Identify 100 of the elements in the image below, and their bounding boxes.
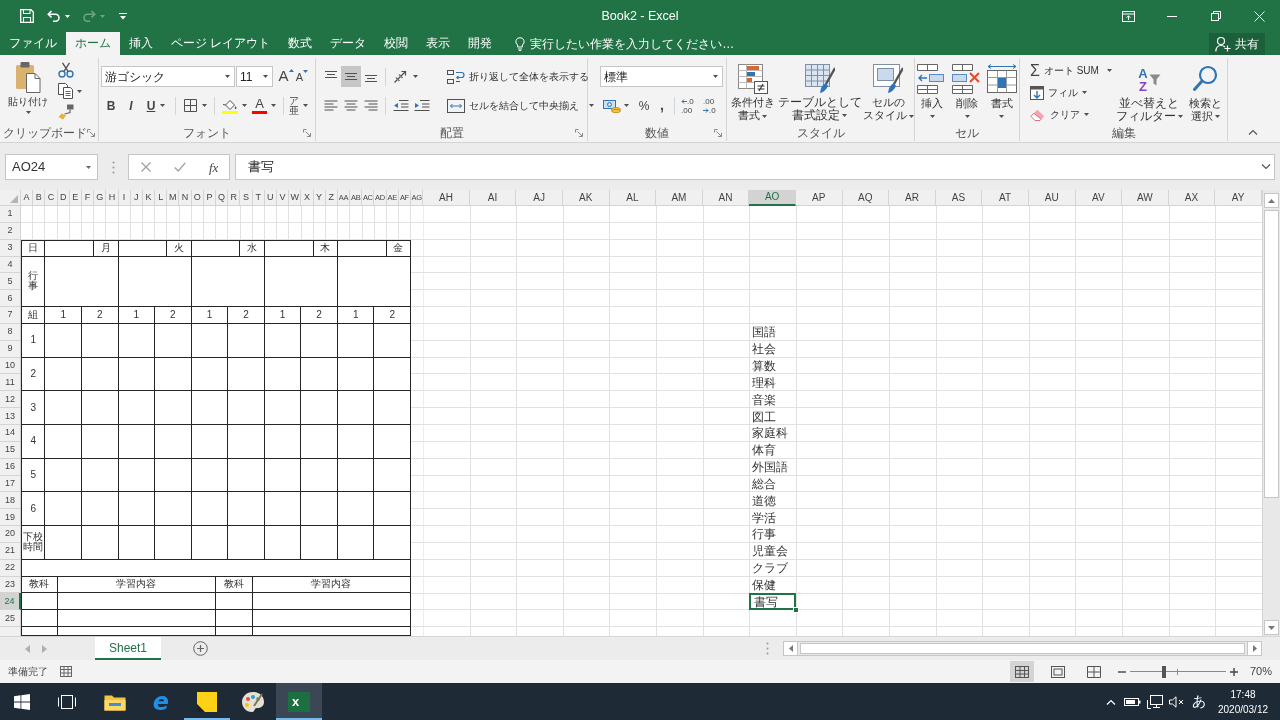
- column-header[interactable]: A: [21, 190, 34, 206]
- grow-font-button[interactable]: A: [278, 66, 294, 87]
- comma-button[interactable]: ,: [654, 95, 670, 116]
- rectangle-bars-icon[interactable]: [58, 694, 76, 709]
- clock[interactable]: 17:48 2020/03/12: [1212, 686, 1274, 717]
- share-button[interactable]: 共有: [1209, 33, 1265, 55]
- corner-arrow-icon[interactable]: [87, 129, 95, 137]
- row-header[interactable]: 6: [0, 290, 21, 308]
- plus-circle-icon[interactable]: [193, 641, 208, 656]
- column-header[interactable]: G: [94, 190, 107, 206]
- ribbon-tab[interactable]: 挿入: [120, 32, 162, 55]
- ribbon-tab[interactable]: 校閲: [375, 32, 418, 55]
- column-header[interactable]: C: [45, 190, 58, 206]
- shrink-font-button[interactable]: A: [294, 66, 310, 87]
- row-header[interactable]: 12: [0, 391, 21, 409]
- check-icon[interactable]: [174, 162, 186, 172]
- column-header[interactable]: W: [289, 190, 302, 206]
- row-header[interactable]: 13: [0, 408, 21, 425]
- font-color-button[interactable]: A: [249, 95, 279, 116]
- plus-icon[interactable]: [1229, 667, 1238, 676]
- column-header[interactable]: R: [228, 190, 241, 206]
- minus-icon[interactable]: [1117, 670, 1126, 673]
- column-header[interactable]: B: [33, 190, 46, 206]
- scrollbar-thumb[interactable]: [800, 643, 1245, 654]
- phonetic-guide-button[interactable]: ア亜: [288, 95, 300, 116]
- column-header[interactable]: H: [106, 190, 119, 206]
- column-header[interactable]: AL: [609, 190, 657, 206]
- ribbon-tab[interactable]: 表示: [417, 32, 460, 55]
- table-icon[interactable]: [60, 666, 72, 677]
- insert-function-button[interactable]: fx: [209, 160, 219, 174]
- cross-icon[interactable]: [141, 162, 151, 172]
- bold-button[interactable]: B: [101, 95, 121, 116]
- number-format-combo[interactable]: 標準: [600, 66, 723, 87]
- sheet-tab[interactable]: Sheet1: [95, 637, 161, 660]
- column-header[interactable]: AJ: [516, 190, 563, 206]
- row-header[interactable]: 19: [0, 509, 21, 527]
- tell-me-field[interactable]: 実行したい作業を入力してください…: [515, 32, 745, 55]
- caret-icon[interactable]: [303, 104, 308, 107]
- ribbon-tab[interactable]: ページ レイアウト: [162, 32, 280, 55]
- corner-arrow-icon[interactable]: [575, 129, 583, 137]
- monitor-icon[interactable]: [1147, 694, 1163, 709]
- column-header[interactable]: X: [301, 190, 314, 206]
- zoom-slider-thumb[interactable]: [1161, 665, 1166, 678]
- scroll-down-button[interactable]: [1264, 620, 1279, 635]
- formula-input[interactable]: 書写: [235, 154, 1275, 180]
- taskbar-app-button[interactable]: x: [276, 683, 322, 720]
- italic-button[interactable]: I: [121, 95, 141, 116]
- row-header[interactable]: 20: [0, 526, 21, 543]
- column-header[interactable]: AO: [749, 190, 796, 206]
- corner-arrow-icon[interactable]: [714, 129, 722, 137]
- corner-arrow-icon[interactable]: [303, 129, 311, 137]
- minimize-icon[interactable]: [1167, 15, 1177, 17]
- row-header[interactable]: 5: [0, 273, 21, 291]
- font-name-combo[interactable]: 游ゴシック: [101, 66, 235, 87]
- close-icon[interactable]: [1253, 10, 1265, 22]
- scissors-icon[interactable]: [58, 62, 74, 78]
- scroll-left-button[interactable]: [784, 642, 798, 655]
- align-middle-button[interactable]: [341, 66, 361, 87]
- name-box[interactable]: AO24: [5, 154, 98, 180]
- row-header[interactable]: 1: [0, 206, 21, 223]
- fill-button[interactable]: フィル: [1030, 82, 1116, 103]
- percent-button[interactable]: %: [636, 95, 652, 116]
- scroll-right-button[interactable]: [1247, 642, 1261, 655]
- column-header[interactable]: AT: [982, 190, 1029, 206]
- speaker-muted-icon[interactable]: [1169, 695, 1185, 708]
- row-header[interactable]: 18: [0, 492, 21, 510]
- column-header[interactable]: N: [179, 190, 192, 206]
- restore-icon[interactable]: [1211, 11, 1221, 21]
- caret-icon[interactable]: [65, 14, 70, 18]
- column-header[interactable]: AK: [562, 190, 610, 206]
- format-as-table-button[interactable]: テーブルとして 書式設定: [776, 61, 863, 125]
- cell-styles-button[interactable]: セルの スタイル: [862, 61, 914, 125]
- ribbon-tab[interactable]: データ: [321, 32, 376, 55]
- increase-indent-icon[interactable]: [413, 100, 430, 111]
- paintbrush-icon[interactable]: [58, 104, 74, 120]
- row-header[interactable]: 7: [0, 307, 21, 324]
- merge-center-button[interactable]: セルを結合して中央揃え: [447, 95, 594, 116]
- format-cells-button[interactable]: 書式: [984, 61, 1019, 125]
- find-select-button[interactable]: 検索と 選択: [1183, 58, 1227, 125]
- row-header[interactable]: 11: [0, 374, 21, 392]
- undo-icon[interactable]: [47, 10, 61, 22]
- insert-cells-button[interactable]: 挿入: [915, 61, 950, 125]
- wrap-text-button[interactable]: 折り返して全体を表示する: [447, 66, 589, 87]
- decrease-decimal-button[interactable]: .00 .0: [701, 95, 723, 116]
- column-header[interactable]: AW: [1122, 190, 1169, 206]
- zoom-slider[interactable]: [1129, 665, 1226, 678]
- scrollbar-thumb[interactable]: [1264, 210, 1279, 498]
- column-header[interactable]: AP: [795, 190, 843, 206]
- battery-icon[interactable]: [1124, 696, 1142, 707]
- increase-decimal-button[interactable]: .0 .00: [679, 95, 701, 116]
- copy-button[interactable]: [58, 83, 82, 99]
- paste-button[interactable]: 貼り付け: [6, 61, 50, 123]
- row-header[interactable]: 25: [0, 610, 21, 628]
- delete-cells-button[interactable]: 削除: [949, 61, 985, 125]
- column-header[interactable]: L: [155, 190, 168, 206]
- column-header[interactable]: AQ: [842, 190, 890, 206]
- clear-button[interactable]: クリア: [1030, 104, 1116, 125]
- normal-view-button[interactable]: [1009, 661, 1034, 682]
- underline-button[interactable]: U: [141, 95, 171, 116]
- chevron-down-icon[interactable]: [1261, 164, 1271, 170]
